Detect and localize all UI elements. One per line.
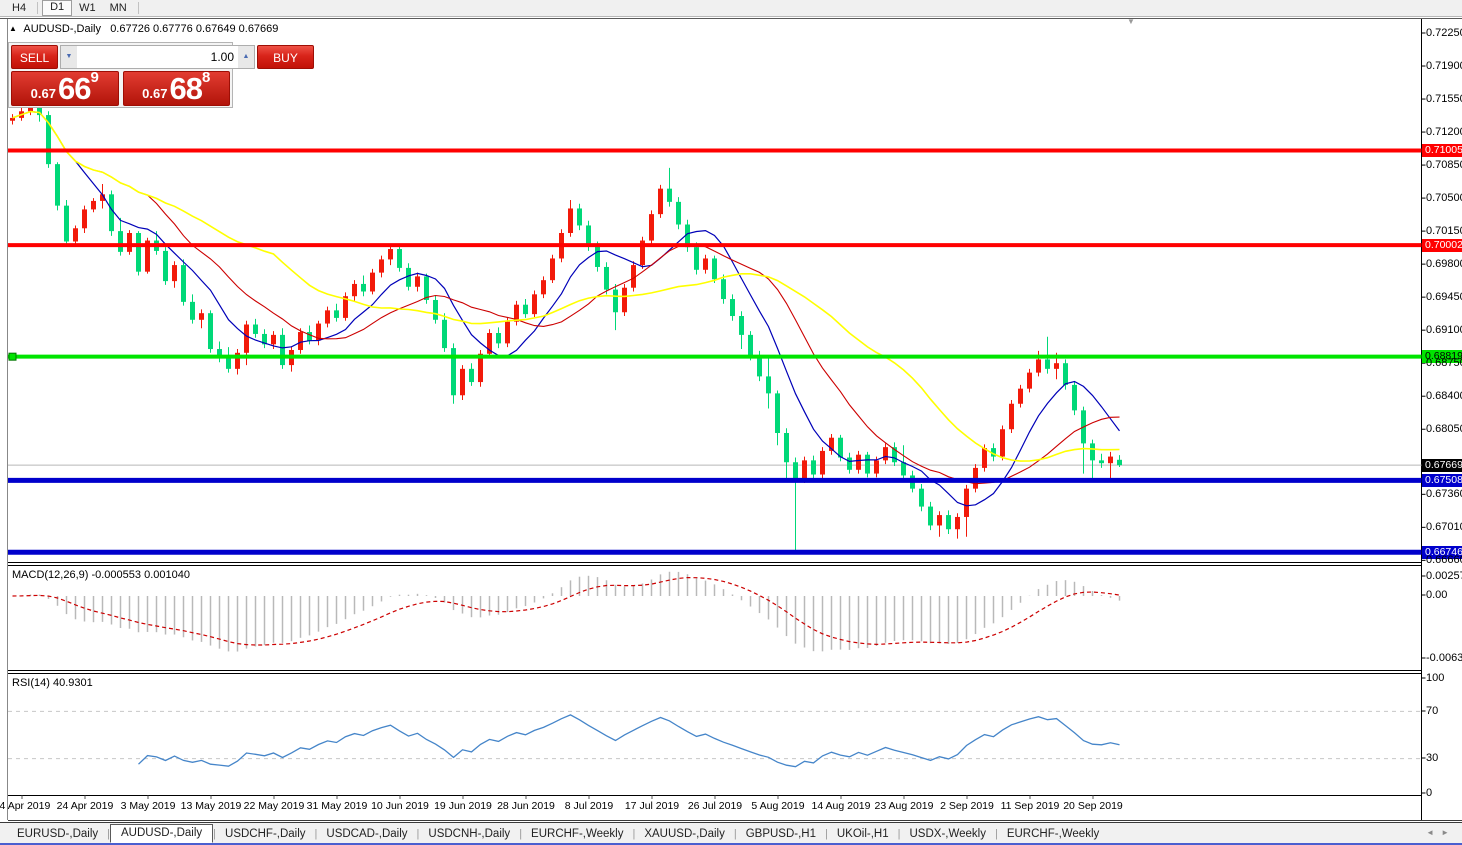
price-tick: 0.67360: [1426, 488, 1462, 501]
chart-tab-eurusd[interactable]: EURUSD-,Daily: [8, 826, 107, 843]
price-tick: 0.66660: [1426, 554, 1462, 567]
chart-tab-usdcad[interactable]: USDCAD-,Daily: [317, 826, 416, 843]
price-tick: 0.70850: [1426, 159, 1462, 172]
price-tick: 0.71200: [1426, 126, 1462, 139]
volume-decrease-icon[interactable]: ▼: [61, 46, 77, 68]
sell-price-box[interactable]: 0.67 66 9: [11, 69, 119, 106]
macd-scale-tick: -0.006326: [1426, 652, 1462, 664]
chart-shift-marker-icon[interactable]: ▼: [1127, 17, 1135, 26]
chart-tab-usdchf[interactable]: USDCHF-,Daily: [216, 826, 315, 843]
rsi-label: RSI(14) 40.9301: [12, 677, 93, 689]
tab-scroll-arrows[interactable]: ◄►: [1426, 828, 1456, 837]
tab-scroll-left-icon[interactable]: ◄: [1426, 828, 1441, 837]
volume-stepper: ▼ ▲: [60, 45, 255, 69]
macd-label: MACD(12,26,9) -0.000553 0.001040: [12, 569, 190, 581]
sell-price-pip: 9: [90, 69, 99, 86]
volume-increase-icon[interactable]: ▲: [238, 46, 254, 68]
macd-scale-tick: 0.00: [1426, 589, 1448, 601]
chart-tab-eurchf[interactable]: EURCHF-,Weekly: [998, 826, 1108, 843]
one-click-trading-panel: SELL ▼ ▲ BUY 0.67669 0.67688: [8, 42, 314, 108]
rsi-scale-tick: 100: [1426, 672, 1445, 684]
time-axis-label: 20 Sep 2019: [1063, 800, 1123, 812]
tab-scroll-right-icon[interactable]: ►: [1441, 828, 1456, 837]
price-tick: 0.68050: [1426, 423, 1462, 436]
price-tick: 0.68750: [1426, 357, 1462, 370]
price-tick: 0.71550: [1426, 93, 1462, 106]
chart-tab-usdx[interactable]: USDX-,Weekly: [901, 826, 995, 843]
chart-tab-eurchf[interactable]: EURCHF-,Weekly: [522, 826, 632, 843]
price-tick: 0.69800: [1426, 258, 1462, 271]
hline-label-0.71005: 0.71005: [1422, 143, 1462, 157]
chart-tab-usdcnh[interactable]: USDCNH-,Daily: [419, 826, 519, 843]
chart-tab-ukoil[interactable]: UKOil-,H1: [828, 826, 898, 843]
macd-scale-tick: 0.002574: [1426, 570, 1462, 582]
current-price-label: 0.67669: [1422, 458, 1462, 472]
price-tick: 0.70500: [1426, 192, 1462, 205]
chart-tab-gbpusd[interactable]: GBPUSD-,H1: [737, 826, 825, 843]
chart-tab-audusd[interactable]: AUDUSD-,Daily: [110, 824, 214, 843]
rsi-scale-tick: 0: [1426, 787, 1433, 799]
price-tick: 0.67010: [1426, 521, 1462, 534]
buy-price-box[interactable]: 0.67 68 8: [122, 69, 230, 106]
chart-title: ▲ AUDUSD-,Daily 0.67726 0.67776 0.67649 …: [9, 23, 278, 35]
rsi-scale-tick: 30: [1426, 752, 1439, 764]
price-tick: 0.70150: [1426, 225, 1462, 238]
chart-tab-xauusd[interactable]: XAUUSD-,Daily: [635, 826, 734, 843]
rsi-scale-tick: 70: [1426, 705, 1439, 717]
collapse-triangle-icon[interactable]: ▲: [9, 24, 17, 33]
buy-price-pip: 8: [201, 69, 211, 86]
sell-price-big: 66: [57, 71, 91, 106]
price-tick: 0.72250: [1426, 27, 1462, 39]
price-tick: 0.69450: [1426, 291, 1462, 304]
chart-symbol-label: AUDUSD-,Daily: [23, 23, 101, 35]
buy-price-prefix: 0.67: [142, 86, 168, 101]
volume-input[interactable]: [77, 46, 238, 68]
price-tick: 0.68400: [1426, 390, 1462, 403]
chart-canvas[interactable]: [0, 0, 1462, 845]
price-tick: 0.71900: [1426, 60, 1462, 73]
buy-price-big: 68: [169, 71, 202, 106]
buy-button[interactable]: BUY: [257, 45, 314, 69]
price-tick: 0.69100: [1426, 324, 1462, 337]
hline-label-0.67508: 0.67508: [1422, 473, 1462, 487]
hline-label-0.70002: 0.70002: [1422, 238, 1462, 252]
symbol-tabbar: EURUSD-,Daily | AUDUSD-,Daily | USDCHF-,Dail…: [0, 822, 1462, 843]
sell-button[interactable]: SELL: [11, 45, 58, 69]
chart-ohlc-values: 0.67726 0.67776 0.67649 0.67669: [110, 23, 279, 35]
sell-price-prefix: 0.67: [30, 86, 56, 101]
trading-terminal: H4 D1 W1 MN ▲ AUDUSD-,Daily 0.67726 0.67776…: [0, 0, 1462, 845]
